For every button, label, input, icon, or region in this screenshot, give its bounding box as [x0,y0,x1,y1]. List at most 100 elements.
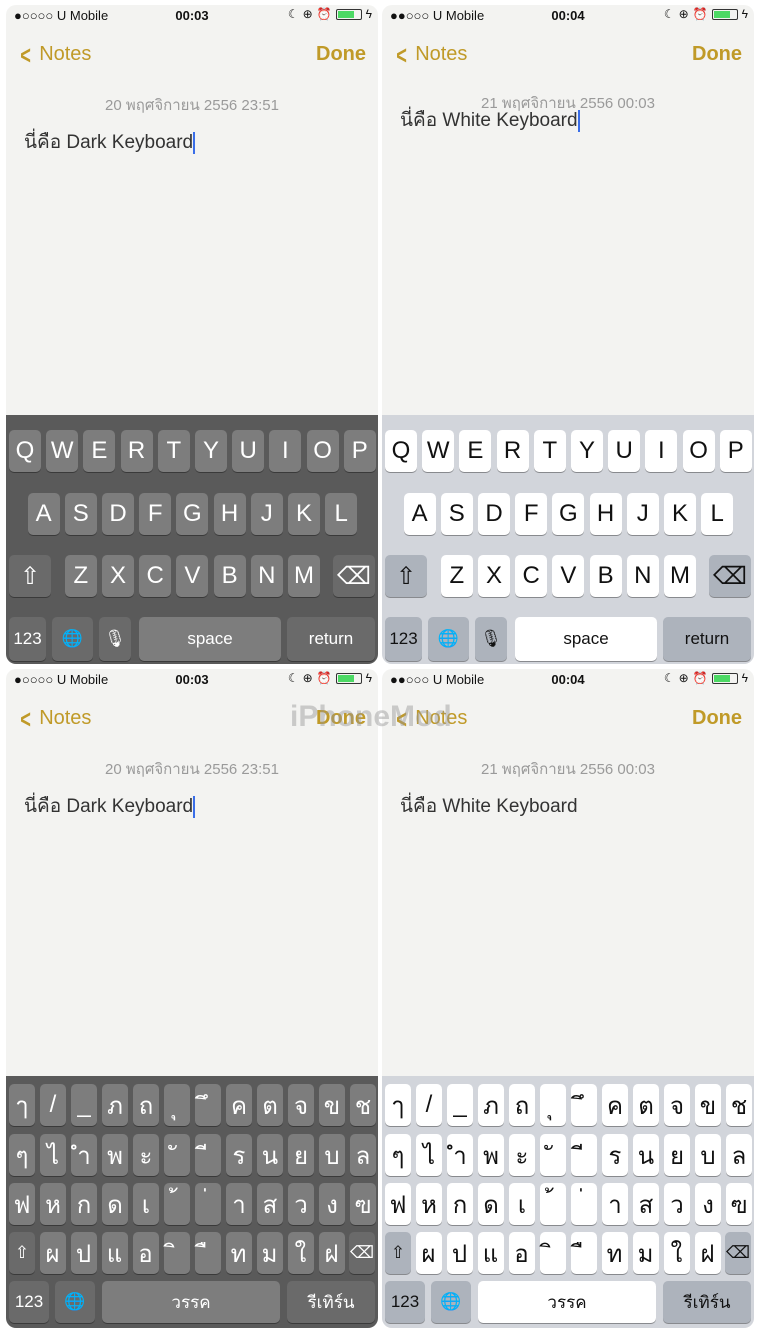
key-thai[interactable]: ง [319,1183,345,1225]
key-thai[interactable]: ว [664,1183,690,1225]
key-thai[interactable]: ั [164,1134,190,1176]
key-thai[interactable]: ล [726,1134,752,1176]
key-thai[interactable]: ิ [539,1232,566,1274]
key-thai[interactable]: ด [102,1183,128,1225]
key-thai[interactable]: ต [633,1084,659,1126]
key-r[interactable]: R [496,430,529,472]
key-thai[interactable]: ื [194,1232,221,1274]
key-thai[interactable]: เ [133,1183,159,1225]
delete-key[interactable]: ⌫ [725,1232,751,1274]
shift-key[interactable]: ⇧ [385,555,427,597]
key-h[interactable]: H [589,493,622,535]
key-thai[interactable]: า [602,1183,628,1225]
key-q[interactable]: Q [385,430,417,472]
key-thai[interactable]: ๅ [9,1084,35,1126]
key-r[interactable]: R [120,430,153,472]
delete-key[interactable]: ⌫ [349,1232,375,1274]
key-thai[interactable]: ใ [663,1232,690,1274]
globe-key[interactable]: 🌐 [52,617,93,661]
key-thai[interactable]: ไ [40,1134,66,1176]
key-thai[interactable]: ด [478,1183,504,1225]
key-n[interactable]: N [250,555,283,597]
key-thai[interactable]: ถ [133,1084,159,1126]
key-t[interactable]: T [157,430,190,472]
key-w[interactable]: W [422,430,455,472]
key-o[interactable]: O [306,430,339,472]
space-bar[interactable]: space [515,617,657,661]
key-v[interactable]: V [552,555,585,597]
key-thai[interactable]: ป [70,1232,97,1274]
key-b[interactable]: B [589,555,622,597]
return-key[interactable]: return [663,617,751,661]
note-text-area[interactable]: นี่คือ Dark Keyboard [24,127,196,157]
key-thai[interactable]: ฃ [726,1183,752,1225]
key-thai[interactable]: ท [225,1232,252,1274]
key-thai[interactable]: ห [40,1183,66,1225]
shift-key[interactable]: ⇧ [385,1232,411,1274]
key-thai[interactable]: ค [602,1084,628,1126]
key-k[interactable]: K [664,493,696,535]
key-z[interactable]: Z [440,555,473,597]
note-text-area[interactable]: นี่คือ Dark Keyboard [24,791,196,821]
key-thai[interactable]: / [40,1084,66,1126]
delete-key[interactable]: ⌫ [709,555,751,597]
key-thai[interactable]: ฝ [694,1232,721,1274]
numbers-key[interactable]: 123 [385,617,422,661]
key-s[interactable]: S [440,493,473,535]
key-n[interactable]: N [626,555,659,597]
numbers-key[interactable]: 123 [9,617,46,661]
done-button[interactable]: Done [316,43,366,66]
space-bar[interactable]: วรรค [102,1281,280,1323]
key-j[interactable]: J [626,493,659,535]
key-p[interactable]: P [343,430,376,472]
key-thai[interactable]: ้ [540,1183,566,1225]
key-l[interactable]: L [325,493,358,535]
key-thai[interactable]: ๆ [9,1134,35,1176]
key-thai[interactable]: ไ [416,1134,442,1176]
key-thai[interactable]: ุ [164,1084,190,1126]
key-thai[interactable]: ม [632,1232,659,1274]
key-thai[interactable]: ิ [163,1232,190,1274]
key-thai[interactable]: ช [350,1084,376,1126]
key-thai[interactable]: ผ [415,1232,442,1274]
key-thai[interactable]: ร [602,1134,628,1176]
numbers-key[interactable]: 123 [385,1281,425,1323]
key-e[interactable]: E [83,430,116,472]
key-thai[interactable]: _ [71,1084,97,1126]
key-thai[interactable]: ใ [287,1232,314,1274]
key-d[interactable]: D [478,493,510,535]
key-h[interactable]: H [213,493,246,535]
note-text-area[interactable]: นี่คือ White Keyboard [400,105,580,135]
key-thai[interactable]: ุ [540,1084,566,1126]
key-thai[interactable]: ั [540,1134,566,1176]
note-text-area[interactable]: นี่คือ White Keyboard [400,791,578,821]
key-thai[interactable]: ภ [102,1084,128,1126]
key-d[interactable]: D [102,493,134,535]
globe-key[interactable]: 🌐 [431,1281,471,1323]
space-bar[interactable]: space [139,617,281,661]
key-i[interactable]: I [645,430,678,472]
key-thai[interactable]: ้ [164,1183,190,1225]
key-thai[interactable]: จ [664,1084,690,1126]
numbers-key[interactable]: 123 [9,1281,49,1323]
key-y[interactable]: Y [195,430,227,472]
key-thai[interactable]: ๅ [385,1084,411,1126]
key-thai[interactable]: แ [477,1232,504,1274]
key-thai[interactable]: บ [319,1134,345,1176]
key-c[interactable]: C [139,555,172,597]
key-u[interactable]: U [608,430,641,472]
key-thai[interactable]: ก [71,1183,97,1225]
key-v[interactable]: V [176,555,209,597]
key-thai[interactable]: ส [633,1183,659,1225]
delete-key[interactable]: ⌫ [333,555,375,597]
key-f[interactable]: F [139,493,172,535]
key-thai[interactable]: ฝ [318,1232,345,1274]
key-thai[interactable]: ำ [447,1134,473,1176]
key-thai[interactable]: ท [601,1232,628,1274]
key-u[interactable]: U [232,430,265,472]
key-k[interactable]: K [288,493,320,535]
key-m[interactable]: M [664,555,696,597]
key-thai[interactable]: เ [509,1183,535,1225]
done-button[interactable]: Done [692,707,742,730]
key-a[interactable]: A [403,493,436,535]
